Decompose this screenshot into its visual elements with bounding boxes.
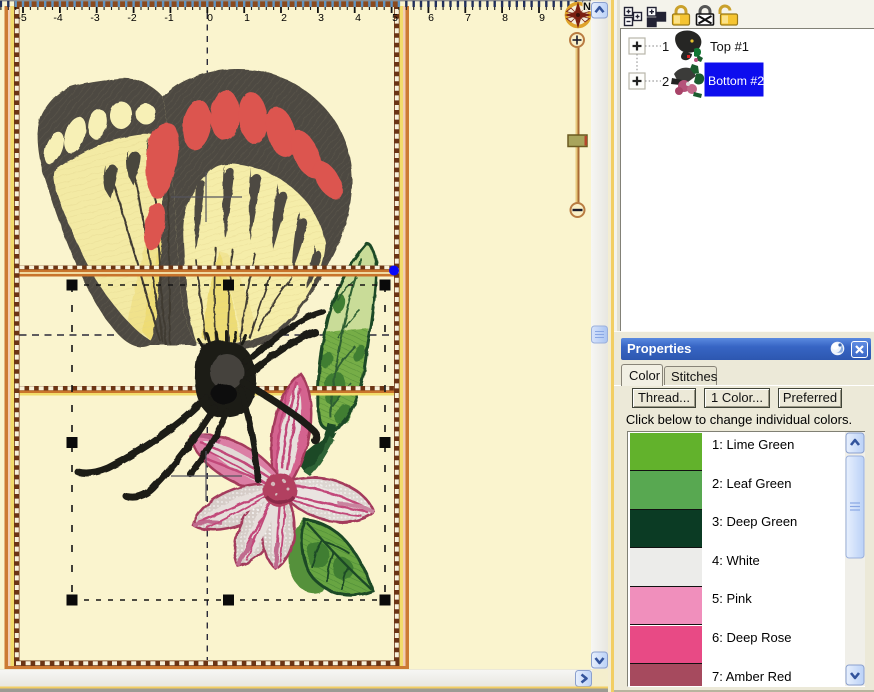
svg-text:Bottom #2: Bottom #2 [708, 74, 764, 88]
svg-text:1: 1 [662, 39, 669, 54]
svg-text:2: 2 [662, 74, 669, 89]
svg-text:Top #1: Top #1 [710, 39, 749, 54]
